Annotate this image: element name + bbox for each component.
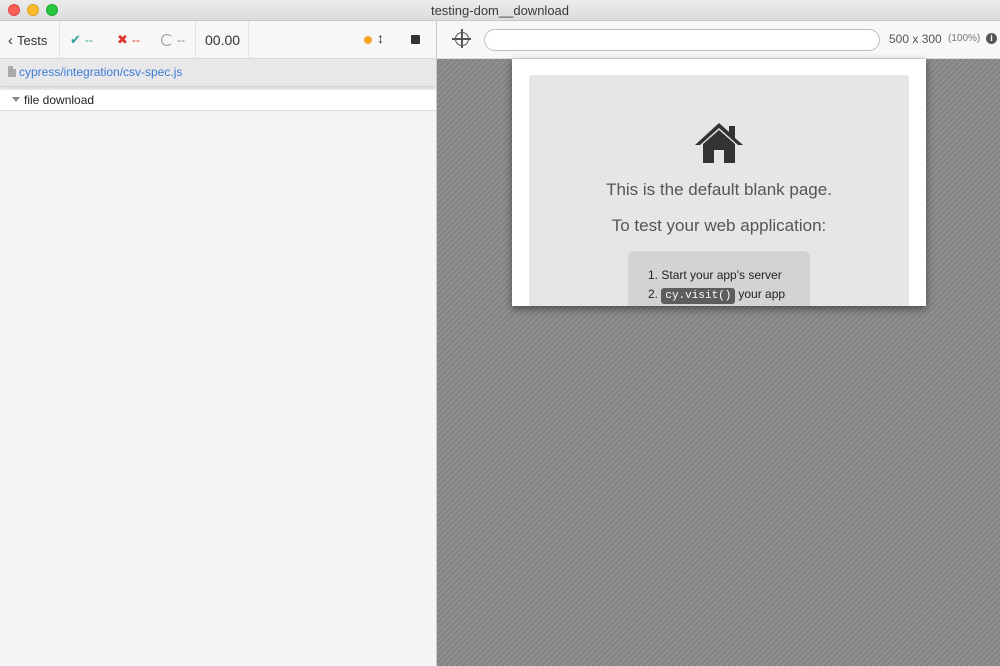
check-icon: ✔ — [70, 32, 81, 47]
spec-file-link[interactable]: cypress/integration/csv-spec.js — [19, 65, 182, 79]
list-item: 2. cy.visit() your app — [648, 285, 810, 304]
aut-iframe[interactable]: This is the default blank page. To test … — [512, 59, 926, 306]
header-divider — [195, 21, 196, 59]
x-icon: ✖ — [117, 32, 128, 47]
duration: 00.00 — [205, 32, 241, 48]
maximize-window-button[interactable] — [46, 4, 58, 16]
passed-count: ✔ -- — [70, 21, 93, 59]
back-to-tests-button[interactable]: ‹ Tests — [8, 21, 47, 59]
viewport-scale: (100%) — [948, 33, 981, 44]
instructions-list: 1. Start your app's server 2. cy.visit()… — [628, 251, 810, 306]
close-window-button[interactable] — [8, 4, 20, 16]
blank-page-subtitle: To test your web application: — [611, 216, 827, 235]
blank-page-title: This is the default blank page. — [606, 180, 832, 199]
pending-value: -- — [177, 33, 185, 47]
failed-count: ✖ -- — [117, 21, 140, 59]
reporter-header: ‹ Tests ✔ -- ✖ -- -- 00.00 ↕ — [0, 21, 436, 59]
blank-page-card: This is the default blank page. To test … — [529, 75, 909, 306]
viewport-size: 500 x 300 — [889, 32, 942, 46]
step-number: 1. — [648, 268, 659, 282]
window-titlebar: testing-dom__download — [0, 0, 1000, 21]
crosshair-icon[interactable] — [452, 29, 471, 48]
step-text: Start your app's server — [661, 268, 782, 282]
code-snippet: cy.visit() — [661, 288, 736, 304]
arrows-vertical-icon[interactable]: ↕ — [377, 30, 384, 46]
pending-count: -- — [161, 21, 185, 59]
info-icon[interactable]: i — [986, 33, 997, 44]
header-divider — [59, 21, 60, 59]
aut-stage: This is the default blank page. To test … — [437, 59, 1000, 666]
header-divider — [248, 21, 249, 59]
house-icon — [695, 123, 743, 163]
status-dot-icon — [364, 36, 372, 44]
reporter-panel: ‹ Tests ✔ -- ✖ -- -- 00.00 ↕ cypress/int… — [0, 21, 436, 666]
list-item: 1. Start your app's server — [648, 266, 810, 285]
back-label: Tests — [17, 32, 48, 48]
suite-row[interactable]: file download — [0, 90, 436, 111]
file-icon — [8, 66, 16, 77]
stop-icon[interactable] — [411, 35, 420, 44]
caret-down-icon — [12, 97, 20, 102]
suite-title: file download — [24, 93, 95, 107]
spec-file-bar: cypress/integration/csv-spec.js — [0, 59, 436, 87]
url-input[interactable] — [484, 29, 880, 51]
failed-value: -- — [131, 33, 140, 47]
aut-header: 500 x 300 (100%) i — [437, 21, 1000, 59]
minimize-window-button[interactable] — [27, 4, 39, 16]
window-title: testing-dom__download — [430, 3, 570, 18]
step-text: your app — [738, 287, 786, 301]
step-number: 2. — [648, 287, 659, 301]
circle-notch-icon — [161, 34, 173, 46]
passed-value: -- — [84, 33, 93, 47]
chevron-left-icon: ‹ — [8, 31, 13, 49]
